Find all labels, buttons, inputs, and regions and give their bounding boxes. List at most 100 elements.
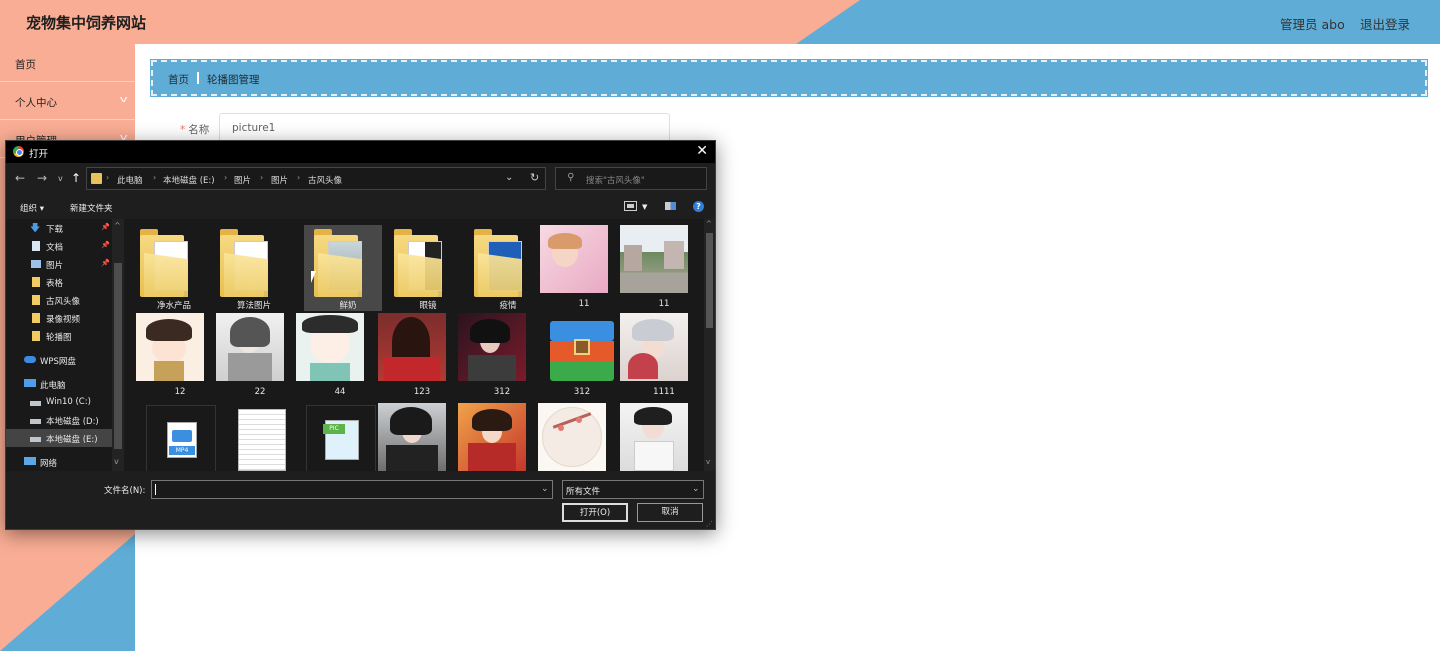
search-placeholder: 搜索"古风头像" [586,176,645,186]
refresh-icon[interactable]: ↻ [530,171,539,184]
image-file-item[interactable] [620,403,698,471]
photo-thumbnail [378,403,446,471]
file-list-pane: 净水产品 算法图片 鲜奶 眼镜 疫情 11 11 12 22 44 123 31… [124,219,715,471]
name-input[interactable]: picture1 [219,113,670,143]
chevron-right-icon: › [260,173,264,182]
file-type-select[interactable]: 所有文件 ⌄ [562,480,704,499]
view-options-icon[interactable] [624,201,637,211]
nav-item-network[interactable]: 网络 [6,453,112,471]
admin-label: 管理员 abo [1280,17,1345,32]
breadcrumb-home[interactable]: 首页 [168,72,189,87]
folder-item[interactable]: 鲜奶 [304,225,382,311]
new-folder-button[interactable]: 新建文件夹 [70,202,113,214]
cancel-button[interactable]: 取消 [637,503,703,522]
nav-item-pictures[interactable]: 图片 📌 [6,255,112,273]
image-file-item[interactable] [378,403,456,471]
file-name: 123 [413,387,431,397]
folder-item[interactable]: 眼镜 [384,225,462,311]
document-file-item[interactable] [216,403,294,471]
chevron-down-icon[interactable]: v [114,457,119,466]
nav-scrollbar-thumb[interactable] [114,263,122,449]
nav-item-ancient-avatars[interactable]: 古风头像 [6,291,112,309]
file-scrollbar-thumb[interactable] [706,233,713,328]
image-file-item[interactable]: 1111 [620,313,698,399]
address-segment[interactable]: 古风头像 [308,174,342,186]
folder-icon [474,229,542,297]
video-file-item[interactable]: MP4 [136,403,216,471]
resize-grip-icon[interactable]: ⋰ [706,520,713,528]
nav-scrollbar[interactable]: ^ v [112,219,124,471]
computer-icon [24,379,36,387]
nav-item-downloads[interactable]: 🡇 下载 📌 [6,219,112,237]
back-arrow-icon[interactable]: ← [15,171,25,185]
folder-item[interactable]: 净水产品 [130,225,208,311]
sidebar-item-personal-center[interactable]: 个人中心 v [0,82,135,120]
chevron-down-icon[interactable]: v [706,458,710,466]
organize-menu[interactable]: 组织 ▾ [20,202,44,214]
image-file-item[interactable] [458,403,536,471]
address-bar[interactable]: › 此电脑 › 本地磁盘 (E:) › 图片 › 图片 › 古风头像 ⌄ ↻ [86,167,546,190]
preview-pane-icon[interactable] [665,202,676,210]
chevron-down-icon[interactable]: ⌄ [541,484,549,494]
nav-item-carousel[interactable]: 轮播图 [6,327,112,345]
pin-icon: 📌 [101,223,110,231]
address-segment[interactable]: 图片 [234,174,251,186]
search-input[interactable]: ⚲ 搜索"古风头像" [555,167,707,190]
nav-item-label: 录像视频 [46,315,81,325]
address-segment[interactable]: 图片 [271,174,288,186]
chevron-down-icon: ⌄ [692,484,700,494]
image-file-item[interactable]: 12 [136,313,214,399]
chrome-icon [13,146,24,157]
nav-item-videos[interactable]: 录像视频 [6,309,112,327]
image-file-item[interactable]: 312 [458,313,536,399]
nav-item-tables[interactable]: 表格 [6,273,112,291]
nav-item-label: WPS网盘 [40,357,76,367]
image-file-item[interactable]: 11 [620,225,698,311]
help-icon[interactable]: ? [693,201,704,212]
image-format-file-item[interactable]: PIC [296,403,376,471]
image-file-item[interactable]: 22 [216,313,294,399]
image-file-item[interactable] [538,403,616,471]
nav-item-label: 网络 [40,459,58,469]
folder-icon [32,313,40,323]
image-file-item[interactable]: 123 [378,313,456,399]
forward-arrow-icon[interactable]: → [37,171,47,185]
logout-link[interactable]: 退出登录 [1360,14,1410,33]
breadcrumb-current: 轮播图管理 [207,74,260,86]
nav-item-wps-cloud[interactable]: WPS网盘 [6,351,112,369]
chevron-up-icon[interactable]: ^ [114,221,121,230]
nav-item-label: 表格 [46,279,64,289]
nav-item-drive-c[interactable]: Win10 (C:) [6,393,112,411]
dialog-titlebar[interactable]: 打开 ✕ [6,141,715,163]
document-icon [238,409,286,471]
chevron-down-icon[interactable]: ▼ [642,203,647,211]
mouse-cursor-icon [311,271,316,283]
nav-item-drive-e[interactable]: 本地磁盘 (E:) [6,429,112,447]
open-button[interactable]: 打开(O) [562,503,628,522]
folder-icon [32,295,40,305]
close-button[interactable]: ✕ [696,143,708,159]
chevron-up-icon[interactable]: ^ [706,220,712,228]
recent-locations-icon[interactable]: v [58,174,63,183]
nav-item-this-pc[interactable]: 此电脑 [6,375,112,393]
image-file-item[interactable]: 11 [540,225,618,311]
up-arrow-icon[interactable]: ↑ [71,171,81,185]
photo-thumbnail [458,403,526,471]
address-segment[interactable]: 本地磁盘 (E:) [163,174,215,186]
address-segment[interactable]: 此电脑 [117,174,143,186]
photo-thumbnail [540,225,608,293]
chevron-down-icon[interactable]: ⌄ [505,172,513,183]
folder-item[interactable]: 疫情 [464,225,542,311]
image-file-item[interactable]: 44 [296,313,374,399]
nav-item-documents[interactable]: 文档 📌 [6,237,112,255]
archive-file-item[interactable]: 312 [538,313,616,399]
file-scrollbar[interactable]: ^ v [704,219,715,471]
sidebar-item-home[interactable]: 首页 [0,44,135,82]
download-icon: 🡇 [30,223,41,234]
nav-item-drive-d[interactable]: 本地磁盘 (D:) [6,411,112,429]
folder-item[interactable]: 算法图片 [210,225,288,311]
sidebar-item-label: 首页 [15,59,36,71]
network-icon [24,457,36,465]
site-title: 宠物集中饲养网站 [26,14,147,32]
filename-input[interactable]: ⌄ [151,480,553,499]
